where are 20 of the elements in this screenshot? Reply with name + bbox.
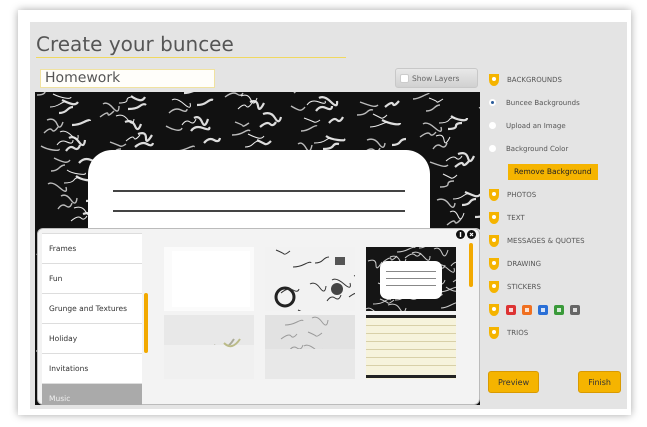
checkbox[interactable] (400, 74, 409, 82)
close-icon[interactable] (467, 230, 476, 239)
shield-icon (488, 188, 500, 201)
shield-icon (488, 73, 500, 86)
scrollbar-thumb[interactable] (469, 243, 473, 287)
shield-icon (488, 234, 500, 247)
shield-icon (488, 326, 500, 339)
shield-icon (488, 257, 500, 270)
scrollbar-thumb[interactable] (144, 293, 148, 353)
radio-button[interactable] (489, 122, 496, 129)
preview-button[interactable]: Preview (488, 371, 540, 393)
shield-icon (488, 280, 500, 293)
title-field[interactable]: Homework (40, 68, 215, 88)
shield-icon (488, 303, 500, 316)
finish-button[interactable]: Finish (578, 371, 621, 393)
page-title: Create your buncee (36, 32, 234, 56)
shield-icon (488, 211, 500, 224)
radio-button[interactable] (489, 145, 496, 152)
info-icon[interactable] (456, 230, 465, 239)
radio-button[interactable] (489, 99, 496, 106)
